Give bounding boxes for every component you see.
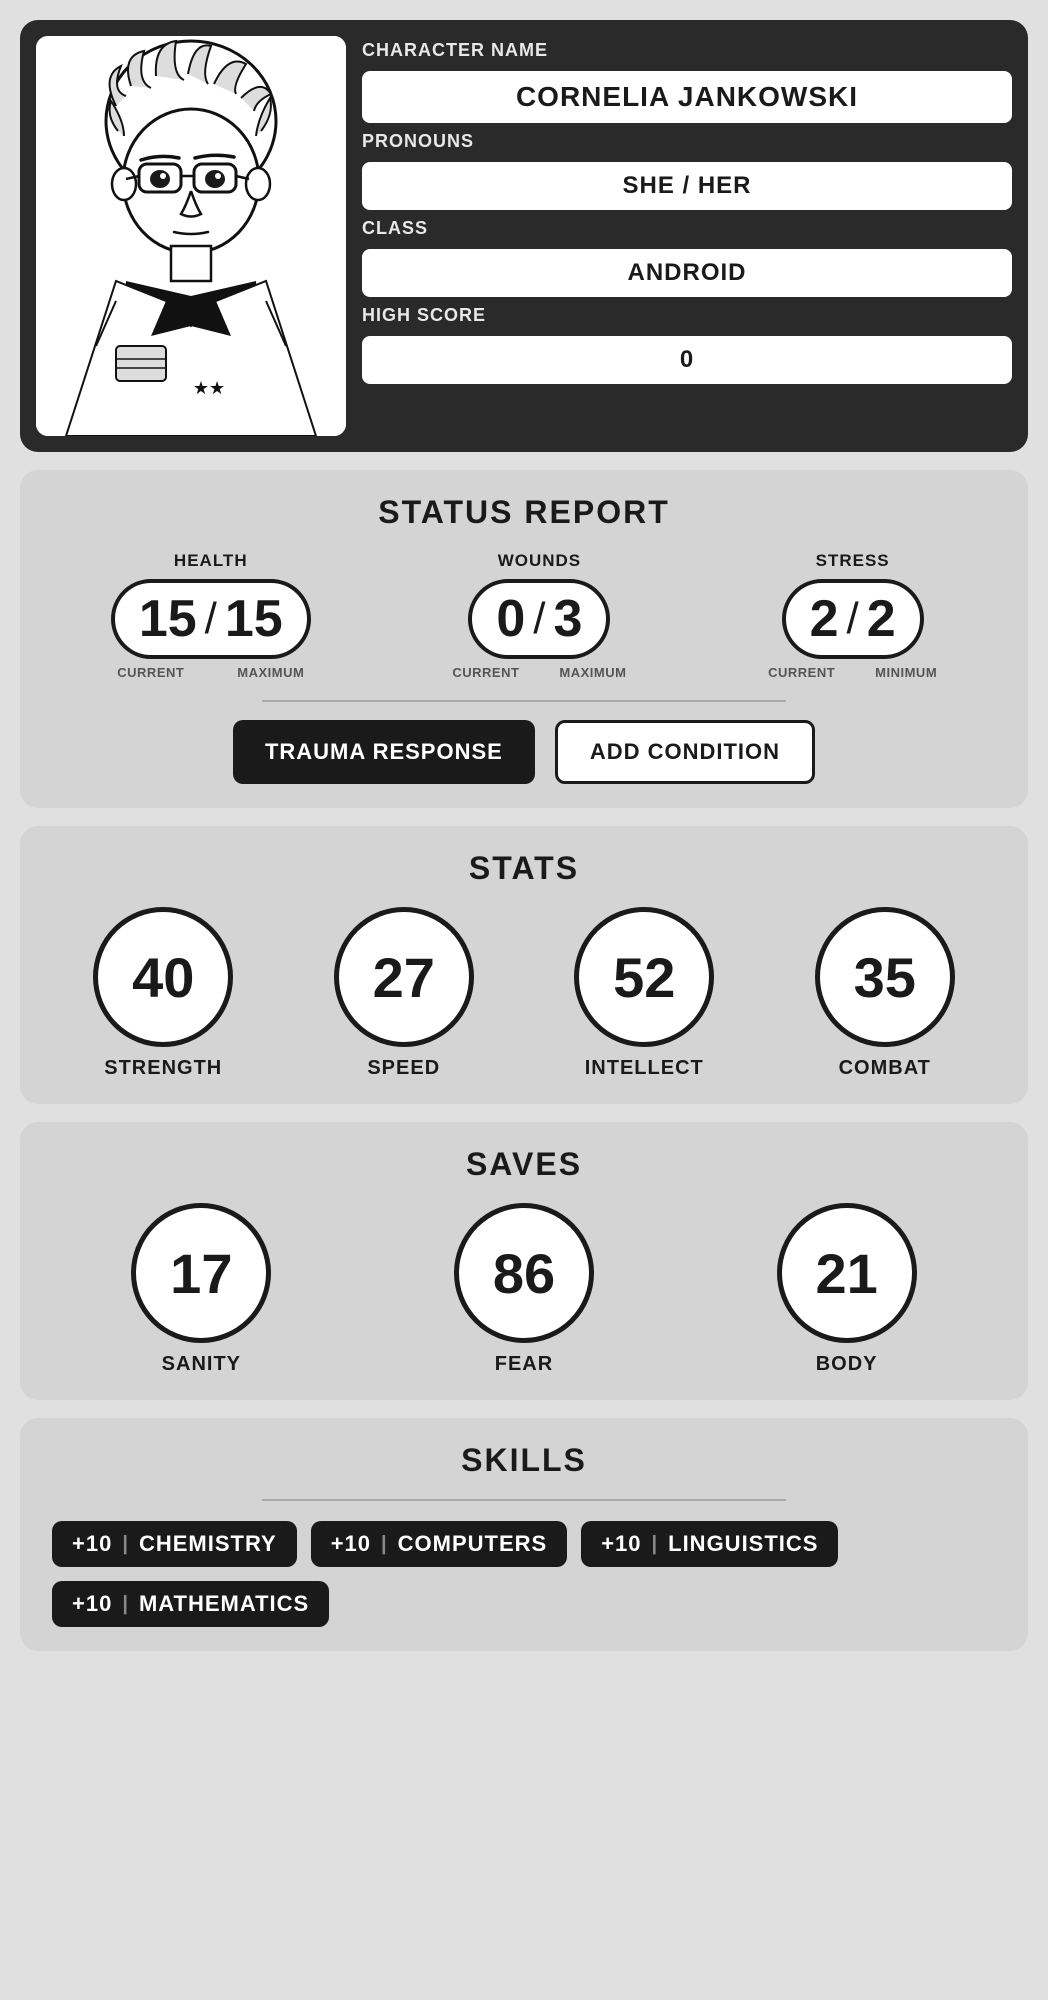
character-info: CHARACTER NAME CORNELIA JANKOWSKI PRONOU… xyxy=(362,36,1012,436)
skill-linguistics[interactable]: +10 | LINGUISTICS xyxy=(581,1521,838,1567)
status-report-panel: STATUS REPORT HEALTH 15 / 15 CURRENT MAX… xyxy=(20,470,1028,808)
stat-label-sanity: SANITY xyxy=(162,1353,241,1376)
high-score-value: 0 xyxy=(362,336,1012,384)
wounds-label: WOUNDS xyxy=(498,551,581,571)
stat-speed: 27 SPEED xyxy=(334,907,474,1080)
stat-circle-body: 21 xyxy=(777,1203,917,1343)
class-value: ANDROID xyxy=(362,249,1012,297)
pronouns-value: SHE / HER xyxy=(362,162,1012,210)
character-name-value: CORNELIA JANKOWSKI xyxy=(362,71,1012,123)
stress-min: 2 xyxy=(867,593,896,645)
wounds-pill: 0 / 3 xyxy=(468,579,610,659)
wounds-max: 3 xyxy=(554,593,583,645)
skill-computers[interactable]: +10 | COMPUTERS xyxy=(311,1521,568,1567)
status-title: STATUS REPORT xyxy=(48,494,1000,531)
wounds-current-label: CURRENT xyxy=(452,665,519,680)
stats-title: STATS xyxy=(48,850,1000,887)
stat-circle-sanity: 17 xyxy=(131,1203,271,1343)
health-sep: / xyxy=(205,597,217,641)
stress-current: 2 xyxy=(810,593,839,645)
skill-mathematics[interactable]: +10 | MATHEMATICS xyxy=(52,1581,329,1627)
stat-circle-speed: 27 xyxy=(334,907,474,1047)
wounds-item: WOUNDS 0 / 3 CURRENT MAXIMUM xyxy=(452,551,626,680)
skills-panel: SKILLS +10 | CHEMISTRY +10 | COMPUTERS +… xyxy=(20,1418,1028,1651)
portrait-image: ★★ xyxy=(36,36,346,436)
stat-intellect: 52 INTELLECT xyxy=(574,907,714,1080)
svg-text:★★: ★★ xyxy=(193,378,225,398)
stat-label-intellect: INTELLECT xyxy=(585,1057,704,1080)
stress-label: STRESS xyxy=(816,551,890,571)
stress-pill: 2 / 2 xyxy=(782,579,924,659)
stat-label-combat: COMBAT xyxy=(839,1057,931,1080)
health-label: HEALTH xyxy=(174,551,248,571)
skill-chemistry-label: CHEMISTRY xyxy=(139,1531,277,1557)
skills-title: SKILLS xyxy=(48,1442,1000,1479)
saves-title: SAVES xyxy=(48,1146,1000,1183)
saves-row: 17 SANITY 86 FEAR 21 BODY xyxy=(48,1203,1000,1376)
stat-circle-fear: 86 xyxy=(454,1203,594,1343)
skill-computers-label: COMPUTERS xyxy=(398,1531,548,1557)
skill-mathematics-bonus: +10 xyxy=(72,1591,112,1617)
wounds-sublabels: CURRENT MAXIMUM xyxy=(452,665,626,680)
save-body: 21 BODY xyxy=(777,1203,917,1376)
save-fear: 86 FEAR xyxy=(454,1203,594,1376)
status-buttons: TRAUMA RESPONSE ADD CONDITION xyxy=(48,720,1000,784)
stat-circle-strength: 40 xyxy=(93,907,233,1047)
skill-chemistry[interactable]: +10 | CHEMISTRY xyxy=(52,1521,297,1567)
wounds-sep: / xyxy=(533,597,545,641)
pronouns-label: PRONOUNS xyxy=(362,131,1012,152)
high-score-label: HIGH SCORE xyxy=(362,305,1012,326)
health-current: 15 xyxy=(139,593,197,645)
character-card: ★★ CHARACTER NAME CORNELIA JANKOWSKI PRO… xyxy=(20,20,1028,452)
skills-divider xyxy=(262,1499,786,1501)
wounds-max-label: MAXIMUM xyxy=(559,665,626,680)
skill-linguistics-label: LINGUISTICS xyxy=(668,1531,818,1557)
stats-row: 40 STRENGTH 27 SPEED 52 INTELLECT 35 COM… xyxy=(48,907,1000,1080)
stats-panel: STATS 40 STRENGTH 27 SPEED 52 INTELLECT … xyxy=(20,826,1028,1104)
status-divider xyxy=(262,700,786,702)
health-current-label: CURRENT xyxy=(117,665,184,680)
health-max: 15 xyxy=(225,593,283,645)
character-name-label: CHARACTER NAME xyxy=(362,40,1012,61)
skill-chemistry-bonus: +10 xyxy=(72,1531,112,1557)
stat-circle-intellect: 52 xyxy=(574,907,714,1047)
portrait-box: ★★ xyxy=(36,36,346,436)
stat-strength: 40 STRENGTH xyxy=(93,907,233,1080)
health-sublabels: CURRENT MAXIMUM xyxy=(111,665,311,680)
health-item: HEALTH 15 / 15 CURRENT MAXIMUM xyxy=(111,551,311,680)
stat-label-strength: STRENGTH xyxy=(104,1057,222,1080)
trauma-response-button[interactable]: TRAUMA RESPONSE xyxy=(233,720,535,784)
stress-item: STRESS 2 / 2 CURRENT MINIMUM xyxy=(768,551,937,680)
stat-label-fear: FEAR xyxy=(495,1353,553,1376)
stat-combat: 35 COMBAT xyxy=(815,907,955,1080)
health-pill: 15 / 15 xyxy=(111,579,311,659)
stress-sep: / xyxy=(847,597,859,641)
stress-current-label: CURRENT xyxy=(768,665,835,680)
stat-label-body: BODY xyxy=(816,1353,878,1376)
saves-panel: SAVES 17 SANITY 86 FEAR 21 BODY xyxy=(20,1122,1028,1400)
stat-label-speed: SPEED xyxy=(367,1057,440,1080)
add-condition-button[interactable]: ADD CONDITION xyxy=(555,720,815,784)
health-max-label: MAXIMUM xyxy=(237,665,304,680)
save-sanity: 17 SANITY xyxy=(131,1203,271,1376)
skill-linguistics-bonus: +10 xyxy=(601,1531,641,1557)
stress-min-label: MINIMUM xyxy=(875,665,937,680)
stat-circle-combat: 35 xyxy=(815,907,955,1047)
skills-grid: +10 | CHEMISTRY +10 | COMPUTERS +10 | LI… xyxy=(48,1521,1000,1627)
wounds-current: 0 xyxy=(496,593,525,645)
skill-mathematics-label: MATHEMATICS xyxy=(139,1591,309,1617)
status-grid: HEALTH 15 / 15 CURRENT MAXIMUM WOUNDS 0 … xyxy=(48,551,1000,680)
class-label: CLASS xyxy=(362,218,1012,239)
stress-sublabels: CURRENT MINIMUM xyxy=(768,665,937,680)
skill-computers-bonus: +10 xyxy=(331,1531,371,1557)
